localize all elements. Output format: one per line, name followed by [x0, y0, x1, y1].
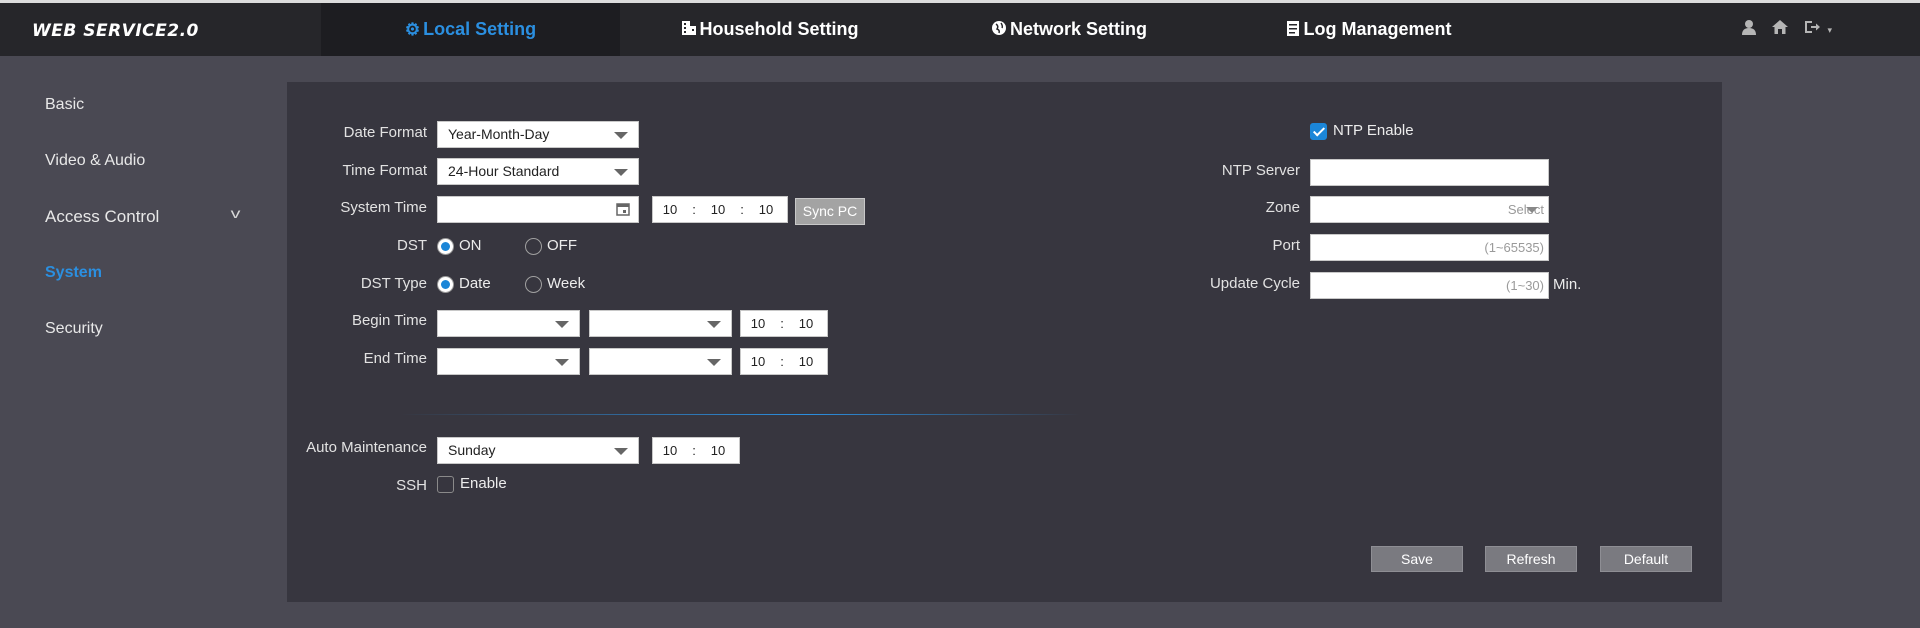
- time-format-select[interactable]: 24-Hour Standard: [437, 158, 639, 185]
- dst-off-label: OFF: [547, 237, 577, 254]
- time-separator: :: [780, 354, 784, 369]
- zone-select[interactable]: Select: [1310, 196, 1549, 223]
- auto-maintenance-value: Sunday: [448, 442, 496, 458]
- tab-label: Log Management: [1303, 19, 1452, 39]
- time-format-value: 24-Hour Standard: [448, 163, 560, 179]
- sidebar-item-security[interactable]: Security: [45, 320, 103, 338]
- refresh-button[interactable]: Refresh: [1485, 546, 1577, 572]
- auto-maintenance-select[interactable]: Sunday: [437, 437, 639, 464]
- begin-time-label: Begin Time: [351, 312, 427, 329]
- top-right-icons: ▾: [1741, 19, 1832, 40]
- user-icon[interactable]: [1741, 19, 1757, 40]
- date-format-value: Year-Month-Day: [448, 126, 550, 142]
- update-cycle-unit: Min.: [1553, 276, 1582, 293]
- tab-network-setting[interactable]: Network Setting: [919, 3, 1219, 56]
- begin-time-clock[interactable]: 10 : 10: [740, 310, 828, 337]
- ntp-enable-label: NTP Enable: [1333, 122, 1414, 139]
- tab-local-setting[interactable]: ⚙ Local Setting: [321, 3, 620, 56]
- date-format-label: Date Format: [343, 124, 427, 141]
- tab-label: Local Setting: [423, 19, 537, 39]
- minute-field[interactable]: 10: [701, 443, 735, 458]
- dst-type-week-radio[interactable]: [525, 276, 542, 293]
- chevron-down-icon: ▾: [1827, 24, 1832, 35]
- dropdown-arrow-icon: [555, 321, 569, 328]
- end-day-select[interactable]: [589, 348, 732, 375]
- tab-household-setting[interactable]: Household Setting: [620, 3, 919, 56]
- time-separator: :: [692, 443, 696, 458]
- dst-on-label: ON: [459, 237, 482, 254]
- date-format-select[interactable]: Year-Month-Day: [437, 121, 639, 148]
- begin-day-select[interactable]: [589, 310, 732, 337]
- hour-field[interactable]: 10: [653, 202, 687, 217]
- end-time-label: End Time: [363, 350, 427, 367]
- port-label: Port: [1272, 237, 1300, 254]
- sidebar-item-access-control[interactable]: Access Control: [45, 207, 159, 227]
- dst-label: DST: [397, 237, 427, 254]
- tab-label: Network Setting: [1009, 19, 1147, 39]
- minute-field[interactable]: 10: [701, 202, 735, 217]
- document-icon: [1286, 20, 1300, 40]
- default-button[interactable]: Default: [1600, 546, 1692, 572]
- hour-field[interactable]: 10: [741, 354, 775, 369]
- time-separator: :: [692, 202, 696, 217]
- ssh-enable-label: Enable: [460, 475, 507, 492]
- dropdown-arrow-icon: [707, 359, 721, 366]
- time-separator: :: [740, 202, 744, 217]
- dst-type-date-label: Date: [459, 275, 491, 292]
- port-input[interactable]: (1~65535): [1310, 234, 1549, 261]
- system-time-date-input[interactable]: [437, 196, 639, 223]
- dst-type-date-radio[interactable]: [437, 276, 454, 293]
- sidebar-item-video-audio[interactable]: Video & Audio: [45, 152, 145, 170]
- hour-field[interactable]: 10: [741, 316, 775, 331]
- zone-label: Zone: [1265, 199, 1300, 216]
- ntp-server-label: NTP Server: [1221, 162, 1300, 179]
- calendar-icon[interactable]: [616, 202, 630, 219]
- dropdown-arrow-icon: [614, 132, 628, 139]
- ntp-enable-checkbox[interactable]: [1310, 123, 1327, 140]
- minute-field[interactable]: 10: [789, 316, 823, 331]
- ssh-label: SSH: [396, 477, 427, 494]
- top-navigation-bar: WEB SERVICE2.0 ⚙ Local Setting Household…: [0, 0, 1920, 56]
- dropdown-arrow-icon: [1526, 207, 1538, 213]
- logout-icon[interactable]: ▾: [1803, 19, 1832, 40]
- building-icon: [681, 20, 697, 39]
- chevron-down-icon[interactable]: v: [231, 205, 241, 221]
- end-time-clock[interactable]: 10 : 10: [740, 348, 828, 375]
- sidebar-item-system[interactable]: System: [45, 264, 102, 282]
- dst-off-radio[interactable]: [525, 238, 542, 255]
- hour-field[interactable]: 10: [653, 443, 687, 458]
- time-format-label: Time Format: [342, 162, 427, 179]
- app-logo: WEB SERVICE2.0: [32, 21, 199, 41]
- begin-month-select[interactable]: [437, 310, 580, 337]
- sync-pc-button[interactable]: Sync PC: [795, 198, 865, 225]
- dropdown-arrow-icon: [707, 321, 721, 328]
- home-icon[interactable]: [1771, 19, 1789, 40]
- dst-type-label: DST Type: [360, 275, 427, 292]
- auto-maintenance-label: Auto Maintenance: [306, 439, 427, 456]
- dst-on-radio[interactable]: [437, 238, 454, 255]
- system-time-label: System Time: [340, 199, 427, 216]
- dropdown-arrow-icon: [555, 359, 569, 366]
- gear-icon: ⚙: [404, 20, 421, 39]
- system-time-clock[interactable]: 10 : 10 : 10: [652, 196, 788, 223]
- time-separator: :: [780, 316, 784, 331]
- dst-type-week-label: Week: [547, 275, 586, 292]
- ntp-server-input[interactable]: [1310, 159, 1549, 186]
- end-month-select[interactable]: [437, 348, 580, 375]
- second-field[interactable]: 10: [749, 202, 783, 217]
- ssh-enable-checkbox[interactable]: [437, 476, 454, 493]
- section-divider: [400, 414, 1080, 415]
- sidebar-item-basic[interactable]: Basic: [45, 96, 84, 114]
- dropdown-arrow-icon: [614, 448, 628, 455]
- update-cycle-label: Update Cycle: [1209, 275, 1300, 292]
- tab-label: Household Setting: [699, 19, 859, 39]
- minute-field[interactable]: 10: [789, 354, 823, 369]
- dropdown-arrow-icon: [614, 169, 628, 176]
- save-button[interactable]: Save: [1371, 546, 1463, 572]
- update-cycle-input[interactable]: (1~30): [1310, 272, 1549, 299]
- globe-icon: [991, 20, 1007, 39]
- auto-maintenance-clock[interactable]: 10 : 10: [652, 437, 740, 464]
- tab-log-management[interactable]: Log Management: [1219, 3, 1519, 56]
